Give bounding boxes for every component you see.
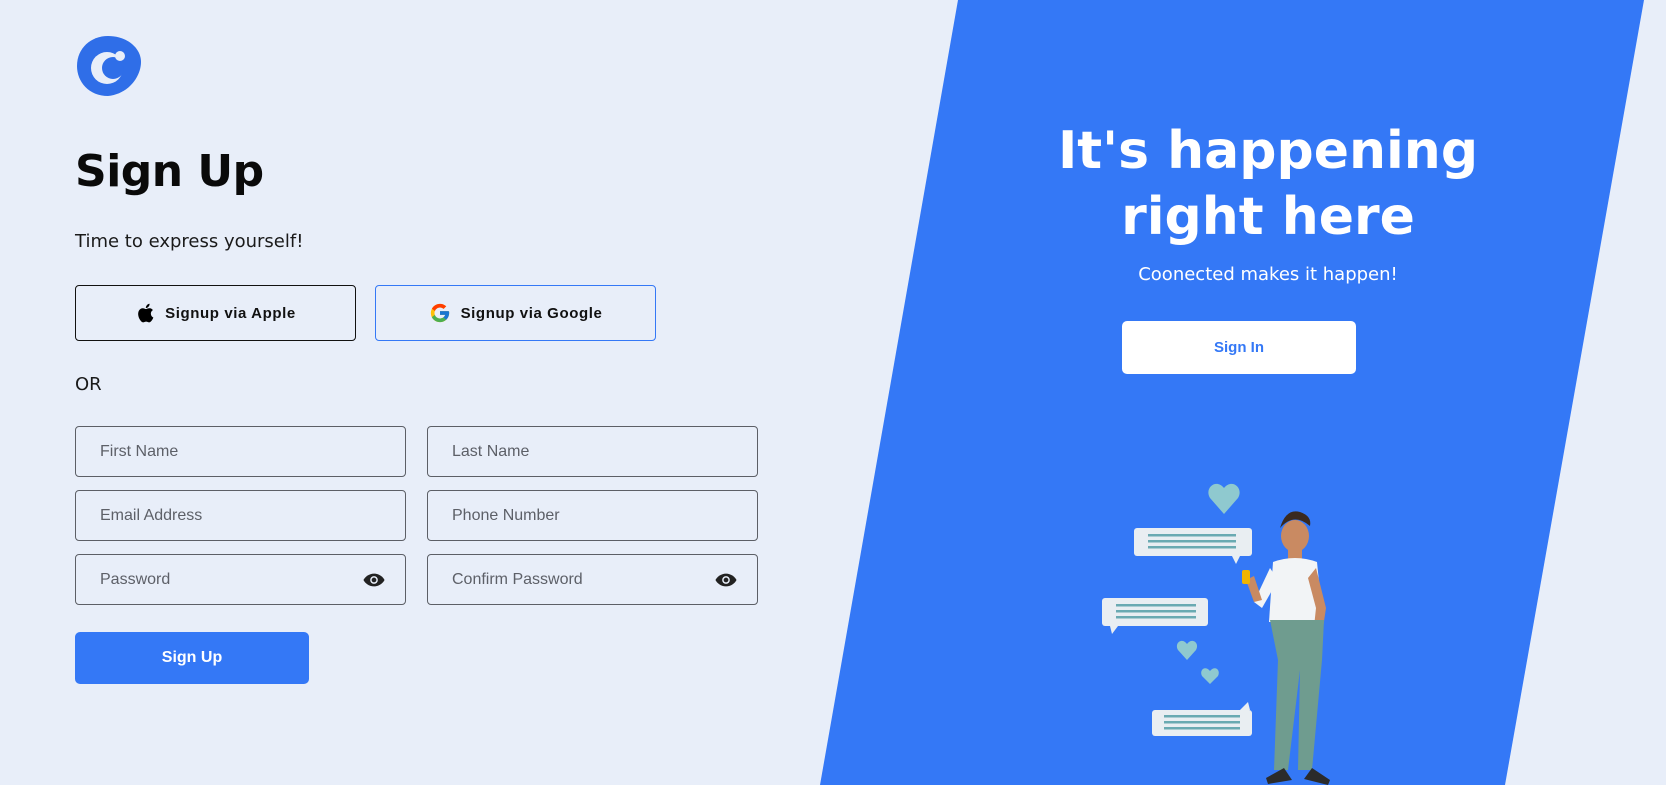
password-input[interactable]: [100, 570, 363, 589]
page-title: Sign Up: [75, 146, 264, 197]
brand-logo[interactable]: [75, 34, 141, 98]
heart-icon: [1208, 483, 1240, 514]
apple-icon: [138, 303, 154, 323]
phone-field: [427, 490, 758, 541]
eye-icon[interactable]: [363, 572, 385, 588]
eye-icon[interactable]: [715, 572, 737, 588]
signup-panel: Sign Up Time to express yourself! Signup…: [0, 0, 820, 785]
signup-apple-label: Signup via Apple: [165, 304, 296, 322]
logo-icon: [77, 36, 141, 96]
confirm-password-input[interactable]: [452, 570, 715, 589]
chat-bubble-icon: [1134, 528, 1252, 564]
signup-google-button[interactable]: Signup via Google: [375, 285, 656, 341]
last-name-input[interactable]: [452, 442, 737, 461]
chat-bubble-icon: [1102, 598, 1208, 634]
heart-icon: [1176, 640, 1198, 660]
hero-subtitle: Coonected makes it happen!: [1138, 264, 1398, 285]
heart-icon: [1201, 668, 1219, 684]
google-icon: [430, 303, 449, 323]
first-name-input[interactable]: [100, 442, 385, 461]
first-name-field: [75, 426, 406, 477]
hero-illustration: [1102, 483, 1330, 785]
signup-google-label: Signup via Google: [460, 304, 603, 322]
signin-button[interactable]: Sign In: [1122, 321, 1356, 374]
hero-title-line1: It's happening: [1057, 121, 1479, 181]
last-name-field: [427, 426, 758, 477]
confirm-password-field: [427, 554, 758, 605]
chat-bubble-icon: [1152, 702, 1252, 736]
email-field: [75, 490, 406, 541]
signup-apple-button[interactable]: Signup via Apple: [75, 285, 356, 341]
or-divider: OR: [75, 374, 102, 395]
person-figure: [1242, 511, 1330, 785]
email-input[interactable]: [100, 506, 385, 525]
hero-title-line2: right here: [1121, 187, 1415, 247]
signup-submit-button[interactable]: Sign Up: [75, 632, 309, 684]
phone-input[interactable]: [452, 506, 737, 525]
page-subtitle: Time to express yourself!: [75, 231, 304, 252]
password-field: [75, 554, 406, 605]
hero-title: It's happening right here: [1040, 118, 1496, 250]
